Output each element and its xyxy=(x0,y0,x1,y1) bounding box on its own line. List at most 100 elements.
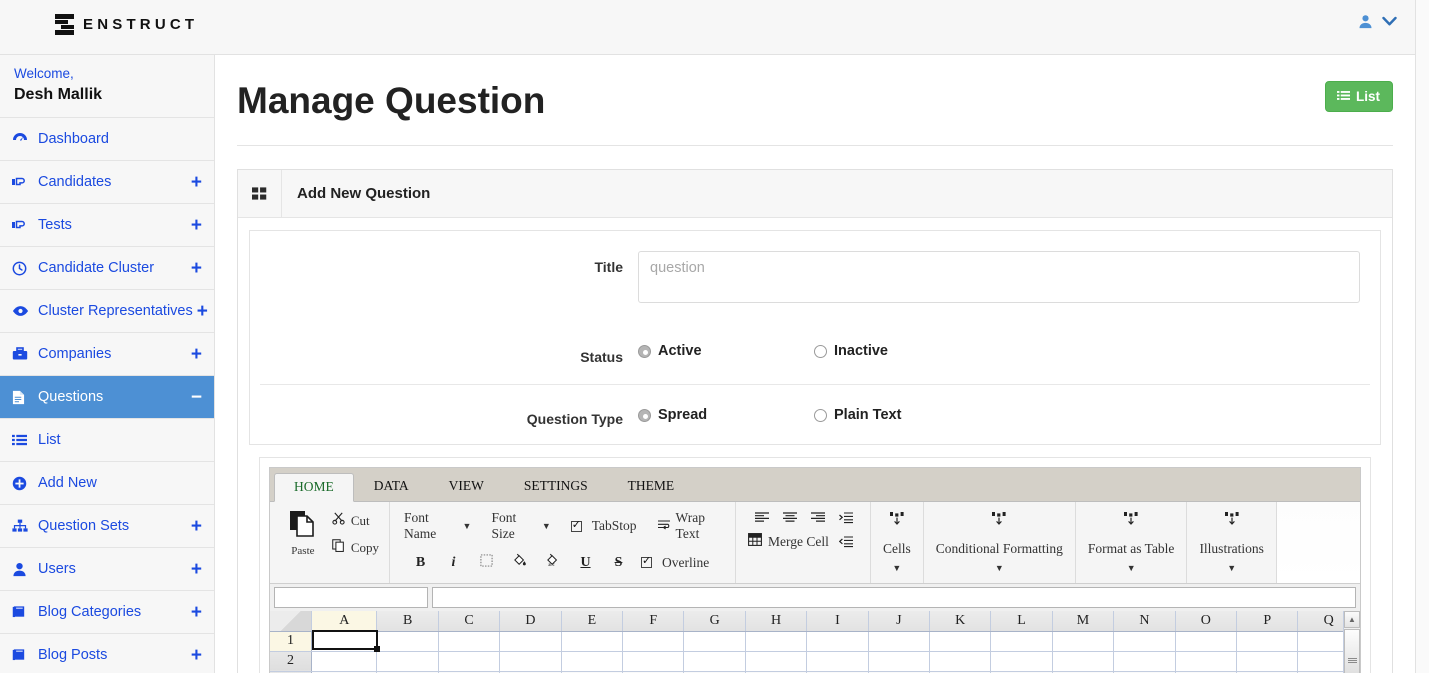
column-header-j[interactable]: J xyxy=(868,611,930,632)
scroll-thumb[interactable] xyxy=(1344,629,1360,673)
expand-toggle[interactable]: + xyxy=(191,259,202,278)
sidebar-item-dashboard[interactable]: Dashboard xyxy=(0,118,214,161)
copy-button[interactable]: Copy xyxy=(332,539,379,556)
status-radio-active[interactable]: Active xyxy=(638,343,814,359)
sidebar-item-candidate-cluster[interactable]: Candidate Cluster + xyxy=(0,247,214,290)
merge-cell-button[interactable]: Merge Cell xyxy=(748,533,832,550)
tabstop-checkbox[interactable]: TabStop xyxy=(570,518,637,534)
sidebar-item-companies[interactable]: Companies + xyxy=(0,333,214,376)
select-all-corner[interactable] xyxy=(270,611,313,632)
sidebar-item-candidates[interactable]: Candidates + xyxy=(0,161,214,204)
font-name-dropdown[interactable]: Font Name ▼ xyxy=(404,510,471,542)
status-radio-inactive[interactable]: Inactive xyxy=(814,343,990,359)
cell-a1[interactable] xyxy=(311,631,378,652)
row-header-2[interactable]: 2 xyxy=(270,651,313,672)
cell-i2[interactable] xyxy=(806,651,869,672)
column-header-f[interactable]: F xyxy=(622,611,685,632)
column-header-p[interactable]: P xyxy=(1236,611,1299,632)
tab-settings[interactable]: SETTINGS xyxy=(504,472,608,501)
column-header-o[interactable]: O xyxy=(1175,611,1238,632)
expand-toggle[interactable]: + xyxy=(191,517,202,536)
italic-button[interactable]: i xyxy=(437,555,470,571)
cell-o1[interactable] xyxy=(1175,631,1238,652)
cell-h1[interactable] xyxy=(745,631,808,652)
cell-a2[interactable] xyxy=(311,651,378,672)
align-center-icon[interactable] xyxy=(776,512,804,524)
tab-theme[interactable]: THEME xyxy=(608,472,695,501)
sidebar-item-tests[interactable]: Tests + xyxy=(0,204,214,247)
cell-n1[interactable] xyxy=(1113,631,1176,652)
cell-c1[interactable] xyxy=(438,631,501,652)
ribbon-group-cells[interactable]: Cells ▼ xyxy=(871,502,924,583)
cell-f1[interactable] xyxy=(622,631,685,652)
grid-vertical-scrollbar[interactable]: ▲ xyxy=(1343,611,1360,673)
expand-toggle[interactable]: + xyxy=(191,173,202,192)
cell-l2[interactable] xyxy=(990,651,1053,672)
expand-toggle[interactable]: + xyxy=(197,302,208,321)
expand-toggle[interactable]: + xyxy=(191,560,202,579)
question-type-radio-plain-text[interactable]: Plain Text xyxy=(814,407,990,423)
indent-decrease-icon[interactable] xyxy=(832,535,860,548)
cell-g2[interactable] xyxy=(683,651,746,672)
font-size-dropdown[interactable]: Font Size ▼ xyxy=(491,510,550,542)
cell-m2[interactable] xyxy=(1052,651,1115,672)
wrap-text-button[interactable]: Wrap Text xyxy=(657,510,725,542)
ribbon-group-illustrations[interactable]: Illustrations ▼ xyxy=(1187,502,1277,583)
tab-data[interactable]: DATA xyxy=(354,472,429,501)
cell-i1[interactable] xyxy=(806,631,869,652)
grid-2x2-icon[interactable] xyxy=(238,170,282,217)
column-header-l[interactable]: L xyxy=(990,611,1053,632)
cell-n2[interactable] xyxy=(1113,651,1176,672)
expand-toggle[interactable]: + xyxy=(191,345,202,364)
borders-icon[interactable] xyxy=(470,553,503,572)
page-scrollbar[interactable] xyxy=(1415,0,1429,673)
overline-checkbox[interactable]: Overline xyxy=(641,554,709,571)
cell-j2[interactable] xyxy=(868,651,930,672)
fill-color-icon[interactable] xyxy=(503,553,536,572)
sidebar-item-questions[interactable]: Questions − xyxy=(0,376,214,419)
sidebar-item-users[interactable]: Users + xyxy=(0,548,214,591)
sidebar-item-cluster-representatives[interactable]: Cluster Representatives + xyxy=(0,290,214,333)
column-header-k[interactable]: K xyxy=(929,611,992,632)
cell-k1[interactable] xyxy=(929,631,992,652)
column-header-d[interactable]: D xyxy=(499,611,562,632)
cell-g1[interactable] xyxy=(683,631,746,652)
column-header-i[interactable]: I xyxy=(806,611,869,632)
cell-l1[interactable] xyxy=(990,631,1053,652)
tab-home[interactable]: HOME xyxy=(274,473,354,502)
formula-input[interactable] xyxy=(432,587,1356,608)
cell-c2[interactable] xyxy=(438,651,501,672)
column-header-a[interactable]: A xyxy=(311,611,378,632)
cut-button[interactable]: Cut xyxy=(332,512,379,529)
cell-o2[interactable] xyxy=(1175,651,1238,672)
sidebar-item-blog-posts[interactable]: Blog Posts + xyxy=(0,634,214,673)
tab-view[interactable]: VIEW xyxy=(429,472,504,501)
expand-toggle[interactable]: + xyxy=(191,603,202,622)
ribbon-group-format-as-table[interactable]: Format as Table ▼ xyxy=(1076,502,1188,583)
cell-e2[interactable] xyxy=(561,651,624,672)
paste-button[interactable]: Paste xyxy=(282,508,324,583)
strikethrough-button[interactable]: S xyxy=(602,555,635,571)
cell-f2[interactable] xyxy=(622,651,685,672)
collapse-toggle[interactable]: − xyxy=(191,388,202,407)
column-header-h[interactable]: H xyxy=(745,611,808,632)
column-header-n[interactable]: N xyxy=(1113,611,1176,632)
expand-toggle[interactable]: + xyxy=(191,216,202,235)
ribbon-group-conditional-formatting[interactable]: Conditional Formatting ▼ xyxy=(924,502,1076,583)
cell-p1[interactable] xyxy=(1236,631,1299,652)
title-input[interactable] xyxy=(638,251,1360,303)
sidebar-item-list[interactable]: List xyxy=(0,419,214,462)
cell-b2[interactable] xyxy=(376,651,439,672)
user-menu[interactable] xyxy=(1352,10,1403,33)
align-left-icon[interactable] xyxy=(748,512,776,524)
brand-logo[interactable]: ENSTRUCT xyxy=(55,14,198,35)
expand-toggle[interactable]: + xyxy=(191,646,202,665)
name-box[interactable] xyxy=(274,587,428,608)
bold-button[interactable]: B xyxy=(404,555,437,571)
column-header-b[interactable]: B xyxy=(376,611,439,632)
list-button[interactable]: List xyxy=(1324,81,1393,112)
sidebar-item-blog-categories[interactable]: Blog Categories + xyxy=(0,591,214,634)
column-header-g[interactable]: G xyxy=(683,611,746,632)
cell-m1[interactable] xyxy=(1052,631,1115,652)
sidebar-item-add-new[interactable]: Add New xyxy=(0,462,214,505)
